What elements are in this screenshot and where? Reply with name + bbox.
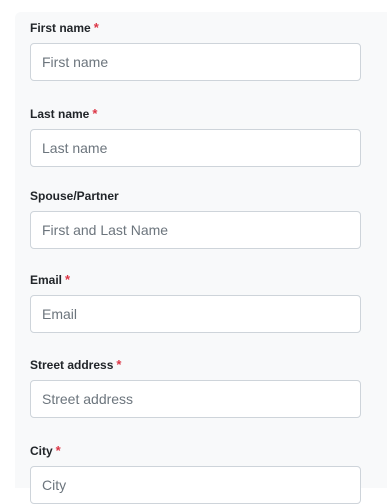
required-marker: * [116,357,122,372]
email-input[interactable] [30,295,361,333]
street-address-input[interactable] [30,380,361,418]
first-name-input[interactable] [30,43,361,81]
first-name-group: First name * [30,20,361,81]
first-name-label: First name * [30,20,99,35]
city-label: City * [30,443,61,458]
last-name-input[interactable] [30,129,361,167]
spouse-partner-label: Spouse/Partner [30,189,119,203]
last-name-group: Last name * [30,106,361,167]
required-marker: * [65,272,71,287]
spouse-partner-input[interactable] [30,211,361,249]
city-input[interactable] [30,466,361,504]
email-group: Email * [30,272,361,333]
required-marker: * [92,106,98,121]
spouse-partner-group: Spouse/Partner [30,188,361,249]
street-address-label: Street address * [30,357,122,372]
street-address-group: Street address * [30,357,361,418]
last-name-label: Last name * [30,106,98,121]
city-group: City * [30,443,361,504]
required-marker: * [55,443,61,458]
email-label: Email * [30,272,71,287]
required-marker: * [93,20,99,35]
